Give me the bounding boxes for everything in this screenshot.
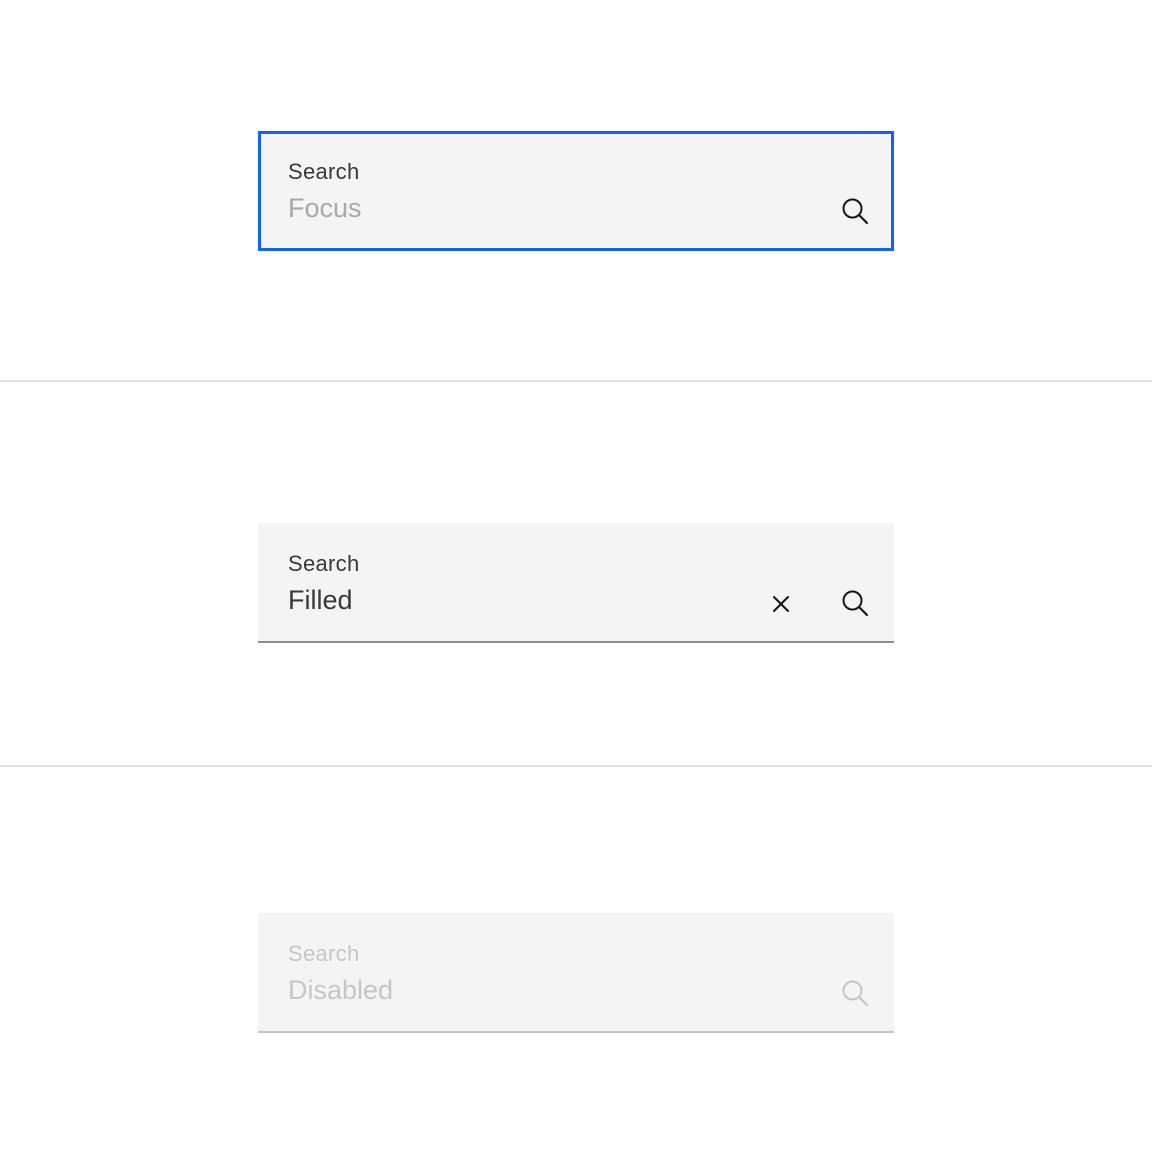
search-label: Search [288, 941, 360, 966]
search-icon[interactable] [840, 196, 870, 226]
search-icon [840, 978, 870, 1008]
search-icon[interactable] [840, 588, 870, 618]
search-field-filled[interactable]: Search Filled [258, 523, 894, 643]
search-input[interactable]: Focus [288, 193, 362, 224]
search-states-page: Search Focus Search Filled Search Disabl… [0, 0, 1152, 1152]
search-field-focus[interactable]: Search Focus [258, 131, 894, 251]
close-icon[interactable] [766, 589, 796, 619]
search-label: Search [288, 159, 360, 184]
section-divider [0, 765, 1152, 767]
search-field-disabled: Search Disabled [258, 913, 894, 1033]
search-input: Disabled [288, 975, 394, 1005]
search-label: Search [288, 551, 360, 576]
search-input[interactable]: Filled [288, 585, 353, 616]
section-divider [0, 380, 1152, 382]
